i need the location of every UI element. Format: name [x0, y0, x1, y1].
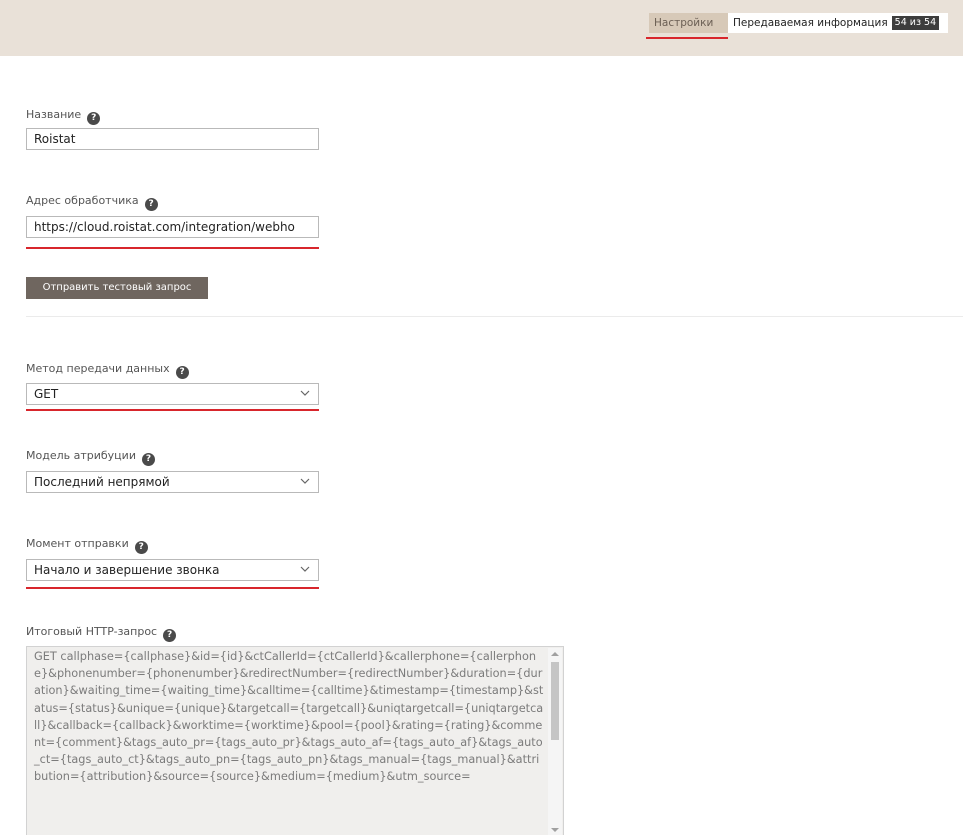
handler-url-underline [26, 247, 319, 249]
help-icon[interactable]: ? [87, 112, 101, 125]
name-input[interactable]: Roistat [26, 128, 319, 150]
method-underline [26, 409, 319, 411]
scroll-thumb[interactable] [551, 662, 559, 740]
scroll-up-arrow-icon[interactable] [551, 652, 559, 656]
handler-url-label: Адрес обработчика? [26, 194, 158, 211]
top-bar: Настройки Передаваемая информация 54 из 5… [0, 0, 963, 56]
http-request-text: GET callphase={callphase}&id={id}&ctCall… [34, 650, 544, 784]
help-icon[interactable]: ? [175, 366, 189, 379]
attribution-select-value: Последний непрямой [34, 475, 170, 489]
help-icon[interactable]: ? [141, 453, 155, 466]
tab-settings[interactable]: Настройки [649, 13, 728, 33]
chevron-down-icon [300, 478, 310, 484]
chevron-down-icon [300, 390, 310, 396]
send-moment-select-value: Начало и завершение звонка [34, 563, 220, 577]
send-moment-label: Момент отправки? [26, 537, 148, 554]
method-select-value: GET [34, 387, 59, 401]
scroll-down-arrow-icon[interactable] [551, 828, 559, 832]
handler-url-input[interactable]: https://cloud.roistat.com/integration/we… [26, 216, 319, 238]
help-icon[interactable]: ? [163, 629, 177, 642]
http-request-textarea[interactable]: GET callphase={callphase}&id={id}&ctCall… [26, 646, 564, 835]
help-icon[interactable]: ? [144, 198, 158, 211]
send-test-request-button[interactable]: Отправить тестовый запрос [26, 277, 208, 299]
tab-transmitted-info-label: Передаваемая информация [733, 17, 888, 29]
active-tab-underline [646, 37, 728, 39]
tab-transmitted-info[interactable]: Передаваемая информация 54 из 54 [728, 13, 948, 33]
chevron-down-icon [300, 566, 310, 572]
textarea-scrollbar[interactable] [548, 648, 562, 835]
method-label: Метод передачи данных? [26, 362, 189, 379]
send-moment-underline [26, 587, 319, 589]
attribution-label: Модель атрибуции? [26, 449, 155, 466]
section-divider [26, 316, 963, 317]
http-request-label: Итоговый HTTP-запрос? [26, 625, 177, 642]
attribution-select[interactable]: Последний непрямой [26, 471, 319, 493]
count-badge: 54 из 54 [891, 16, 940, 30]
name-label: Название? [26, 108, 101, 125]
help-icon[interactable]: ? [134, 541, 148, 554]
send-moment-select[interactable]: Начало и завершение звонка [26, 559, 319, 581]
method-select[interactable]: GET [26, 383, 319, 405]
